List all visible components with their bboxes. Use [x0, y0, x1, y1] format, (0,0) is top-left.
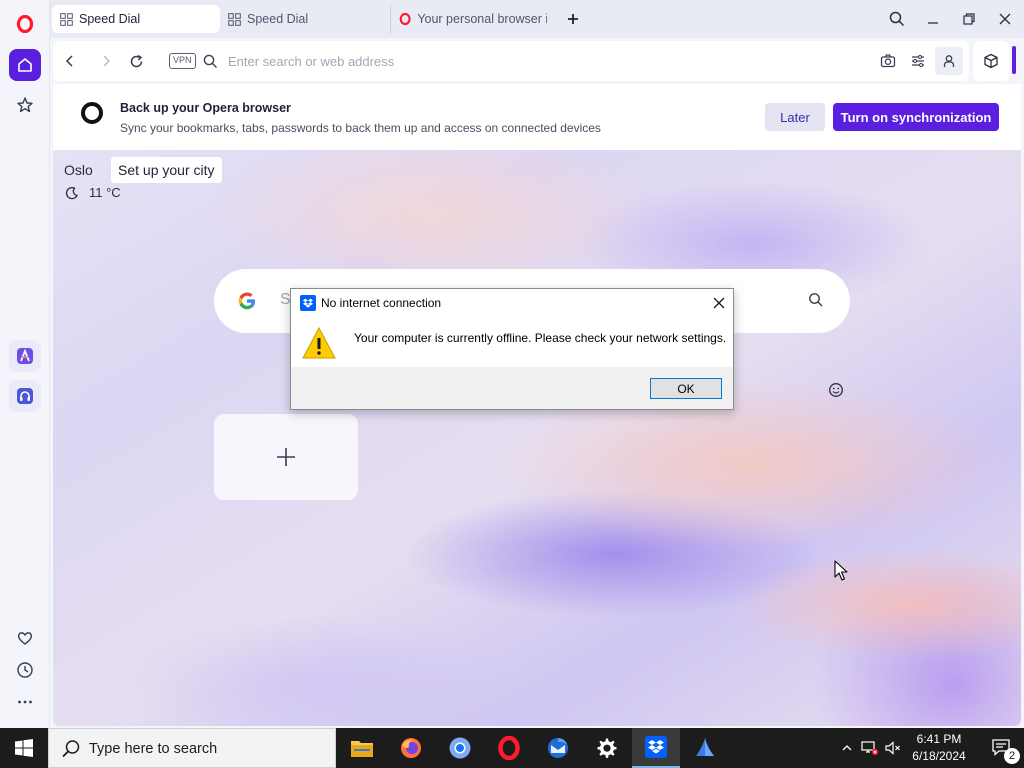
tab-opera-welcome[interactable]: Your personal browser is a — [390, 5, 555, 33]
dropbox-icon — [300, 295, 316, 311]
music-player-icon[interactable] — [9, 380, 41, 412]
tab-label: Your personal browser is a — [417, 12, 547, 26]
address-search-icon — [198, 49, 222, 73]
extensions-cube-icon[interactable] — [973, 41, 1009, 81]
browser-sidebar — [0, 0, 50, 728]
settings-gear-icon[interactable] — [583, 728, 631, 768]
notification-count-badge: 2 — [1004, 748, 1020, 764]
sync-banner: Back up your Opera browser Sync your boo… — [53, 84, 1021, 150]
reload-icon[interactable] — [124, 49, 148, 73]
firefox-icon[interactable] — [387, 728, 435, 768]
opera-menu-icon[interactable] — [9, 8, 41, 40]
profile-icon[interactable] — [935, 47, 963, 75]
address-input[interactable] — [228, 51, 828, 71]
warning-icon — [302, 327, 336, 359]
windows-start-icon[interactable] — [0, 728, 48, 768]
clock-date: 6/18/2024 — [912, 749, 966, 763]
snapshot-camera-icon[interactable] — [876, 49, 900, 73]
taskbar-clock[interactable]: 6:41 PM 6/18/2024 — [900, 731, 978, 765]
later-button[interactable]: Later — [765, 103, 825, 131]
taskbar-search-box[interactable]: Type here to search — [48, 728, 336, 768]
chromium-icon[interactable] — [436, 728, 484, 768]
history-clock-icon[interactable] — [9, 654, 41, 686]
speed-dial-grid-icon — [228, 12, 241, 26]
new-tab-plus-icon[interactable] — [563, 9, 583, 29]
restore-icon[interactable] — [955, 6, 983, 32]
dialog-message: Your computer is currently offline. Plea… — [354, 331, 727, 345]
tab-search-icon[interactable] — [883, 6, 911, 32]
sync-banner-title: Back up your Opera browser — [120, 101, 291, 115]
back-arrow-icon[interactable] — [58, 49, 82, 73]
plus-icon — [277, 448, 295, 466]
dialog-body: No internet connection Your computer is … — [291, 289, 733, 367]
dialog-title: No internet connection — [321, 296, 442, 310]
temperature: 11 °C — [89, 185, 121, 200]
ok-button[interactable]: OK — [650, 378, 722, 399]
set-up-city-tooltip[interactable]: Set up your city — [111, 157, 222, 183]
pinboards-heart-icon[interactable] — [9, 622, 41, 654]
weather-city[interactable]: Oslo — [64, 162, 93, 178]
thunderbird-icon[interactable] — [534, 728, 582, 768]
tab-speed-dial-active[interactable]: Speed Dial — [52, 5, 220, 33]
windows-taskbar: Type here to search 6:41 PM 6/18/2024 2 — [0, 728, 1024, 768]
file-explorer-icon[interactable] — [338, 728, 386, 768]
opera-logo-icon — [399, 12, 411, 26]
speed-dial-grid-icon — [60, 12, 73, 26]
notification-center-icon[interactable]: 2 — [980, 728, 1024, 768]
aria-ai-icon[interactable] — [9, 340, 41, 372]
opera-logo-icon — [81, 102, 103, 124]
tab-label: Speed Dial — [247, 12, 309, 26]
no-internet-dialog: No internet connection Your computer is … — [290, 288, 734, 410]
turn-on-sync-button[interactable]: Turn on synchronization — [833, 103, 999, 131]
dialog-close-icon[interactable] — [709, 294, 729, 312]
sidebar-accent-bar — [1012, 46, 1016, 74]
show-hidden-icons-chevron-icon[interactable] — [838, 728, 856, 768]
more-options-icon[interactable] — [9, 686, 41, 718]
network-offline-icon[interactable] — [860, 728, 880, 768]
home-icon[interactable] — [9, 49, 41, 81]
tab-label: Speed Dial — [79, 12, 141, 26]
close-window-icon[interactable] — [991, 6, 1019, 32]
add-speed-dial-button[interactable] — [214, 414, 358, 500]
google-logo-icon — [238, 292, 255, 310]
easy-setup-icon[interactable] — [906, 49, 930, 73]
smiley-icon[interactable] — [828, 382, 844, 398]
address-toolbar: VPN — [53, 41, 969, 81]
tab-strip: Speed Dial Speed Dial Your personal brow… — [50, 0, 1024, 38]
mouse-cursor-icon — [834, 560, 848, 581]
taskbar-search-placeholder: Type here to search — [89, 741, 218, 757]
app-blue-shape-icon[interactable] — [681, 728, 729, 768]
dropbox-taskbar-icon[interactable] — [632, 728, 680, 768]
search-icon[interactable] — [808, 292, 824, 308]
search-icon — [62, 740, 80, 758]
bookmarks-star-icon[interactable] — [9, 89, 41, 121]
vpn-badge[interactable]: VPN — [169, 53, 196, 69]
minimize-icon[interactable] — [919, 6, 947, 32]
weather-widget[interactable]: 11 °C — [65, 185, 121, 200]
moon-icon — [65, 186, 78, 199]
forward-arrow-icon[interactable] — [94, 49, 118, 73]
clock-time: 6:41 PM — [916, 732, 962, 746]
tab-speed-dial[interactable]: Speed Dial — [220, 5, 388, 33]
sync-banner-description: Sync your bookmarks, tabs, passwords to … — [120, 121, 601, 135]
opera-taskbar-icon[interactable] — [485, 728, 533, 768]
